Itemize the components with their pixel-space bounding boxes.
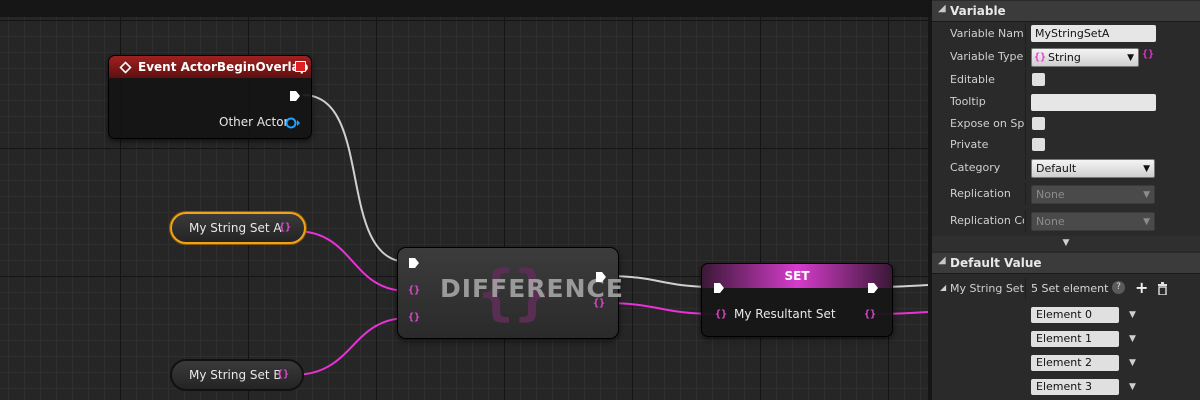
expose-on-spawn-checkbox[interactable] xyxy=(1032,117,1045,130)
set-input-pin-icon[interactable]: {} xyxy=(715,309,727,320)
tooltip-input[interactable] xyxy=(1031,94,1156,111)
replication-dropdown[interactable]: None ▼ xyxy=(1031,185,1155,204)
variable-section-title: Variable xyxy=(950,4,1006,18)
element-0-dropdown-icon[interactable]: ▼ xyxy=(1129,310,1136,320)
dropdown-arrow-icon: ▼ xyxy=(1127,53,1134,63)
variable-name-label: Variable Name xyxy=(950,27,1024,40)
set-input-b-pin-icon[interactable]: {} xyxy=(408,312,420,323)
dropdown-arrow-icon: ▼ xyxy=(1143,217,1150,227)
add-element-icon[interactable]: + xyxy=(1135,278,1148,297)
private-label: Private xyxy=(950,138,989,151)
other-actor-pin-label: Other Actor xyxy=(219,115,289,129)
event-actor-begin-overlap-node[interactable]: Event ActorBeginOverlap Other Actor xyxy=(108,55,312,139)
event-diamond-icon xyxy=(119,61,132,74)
replication-row: Replication None ▼ xyxy=(932,183,1200,205)
replication-label: Replication xyxy=(950,187,1011,200)
private-checkbox[interactable] xyxy=(1032,138,1045,151)
exec-output-pin-icon[interactable] xyxy=(289,90,301,102)
expose-on-spawn-row: Expose on Spawn xyxy=(932,113,1200,135)
blueprint-graph[interactable]: Event ActorBeginOverlap Other Actor My S… xyxy=(0,0,928,400)
exec-output-pin-icon[interactable] xyxy=(595,271,607,283)
event-delegate-pin-icon[interactable] xyxy=(295,61,306,72)
my-string-set-label: My String Set xyxy=(950,282,1024,295)
set-element-3[interactable]: Element 3 xyxy=(1031,379,1119,395)
category-value: Default xyxy=(1036,162,1077,175)
details-panel: ◢ Variable Variable Name MyStringSetA Va… xyxy=(928,0,1200,400)
variable-name-input[interactable]: MyStringSetA xyxy=(1031,25,1156,42)
set-element-1[interactable]: Element 1 xyxy=(1031,331,1119,347)
variable-type-dropdown[interactable]: {} String ▼ xyxy=(1031,48,1139,67)
replication-condition-label: Replication Condition xyxy=(950,214,1024,227)
replication-condition-row: Replication Condition None ▼ xyxy=(932,210,1200,232)
replication-condition-dropdown[interactable]: None ▼ xyxy=(1031,212,1155,231)
variable-name-row: Variable Name MyStringSetA xyxy=(932,23,1200,45)
set-output-pin-icon[interactable]: {} xyxy=(864,309,876,320)
exec-input-pin-icon[interactable] xyxy=(408,257,420,269)
default-value-section-title: Default Value xyxy=(950,256,1042,270)
trash-icon[interactable] xyxy=(1157,282,1168,295)
default-value-section-header[interactable]: ◢ Default Value xyxy=(932,253,1200,274)
set-type-icon: {} xyxy=(1034,52,1047,63)
set-node-title: SET xyxy=(784,269,810,283)
event-node-title: Event ActorBeginOverlap xyxy=(138,60,309,74)
collapse-arrow-icon[interactable]: ◢ xyxy=(938,3,946,14)
editable-row: Editable xyxy=(932,69,1200,91)
variable-type-row: Variable Type {} String ▼ {} xyxy=(932,46,1200,68)
difference-node[interactable]: {} DIFFERENCE {} {} {} xyxy=(397,247,623,339)
exec-input-pin-icon[interactable] xyxy=(713,282,725,294)
set-default-header-row: ◢ My String Set 5 Set element ? + xyxy=(932,278,1200,300)
set-variable-node[interactable]: SET {} My Resultant Set {} xyxy=(701,263,893,337)
getter-a-label: My String Set A xyxy=(189,221,282,235)
tooltip-row: Tooltip xyxy=(932,91,1200,113)
my-string-set-a-getter-node[interactable]: My String Set A {} xyxy=(170,212,306,244)
exec-wire-event-to-difference xyxy=(302,94,409,263)
set-pin-icon[interactable]: {} xyxy=(277,369,289,380)
advanced-expand-arrow-icon[interactable]: ▼ xyxy=(932,236,1200,251)
set-wire-b-to-difference xyxy=(292,317,409,376)
getter-b-label: My String Set B xyxy=(189,368,282,382)
dropdown-arrow-icon: ▼ xyxy=(1143,164,1150,174)
set-output-pin-icon[interactable]: {} xyxy=(593,298,605,309)
variable-section-header[interactable]: ◢ Variable xyxy=(932,1,1200,22)
my-string-set-b-getter-node[interactable]: My String Set B {} xyxy=(170,359,304,391)
help-icon[interactable]: ? xyxy=(1112,281,1125,294)
category-dropdown[interactable]: Default ▼ xyxy=(1031,159,1155,178)
expose-on-spawn-label: Expose on Spawn xyxy=(950,117,1024,130)
category-row: Category Default ▼ xyxy=(932,157,1200,179)
replication-condition-value: None xyxy=(1036,215,1065,228)
collapse-arrow-icon[interactable]: ◢ xyxy=(938,255,946,266)
set-element-count: 5 Set element xyxy=(1031,282,1109,295)
element-2-dropdown-icon[interactable]: ▼ xyxy=(1129,358,1136,368)
element-1-dropdown-icon[interactable]: ▼ xyxy=(1129,334,1136,344)
dropdown-arrow-icon: ▼ xyxy=(1143,190,1150,200)
set-element-0[interactable]: Element 0 xyxy=(1031,307,1119,323)
variable-type-label: Variable Type xyxy=(950,50,1024,63)
tooltip-label: Tooltip xyxy=(950,95,986,108)
container-type-icon[interactable]: {} xyxy=(1142,49,1154,60)
element-3-dropdown-icon[interactable]: ▼ xyxy=(1129,382,1136,392)
object-pin-icon[interactable] xyxy=(285,116,301,130)
variable-type-value: String xyxy=(1048,51,1081,64)
set-element-2[interactable]: Element 2 xyxy=(1031,355,1119,371)
expand-arrow-icon[interactable]: ◢ xyxy=(940,283,946,292)
my-resultant-set-pin-label: My Resultant Set xyxy=(734,307,836,321)
replication-value: None xyxy=(1036,188,1065,201)
editable-label: Editable xyxy=(950,73,995,86)
set-input-a-pin-icon[interactable]: {} xyxy=(408,285,420,296)
private-row: Private xyxy=(932,134,1200,156)
set-wire-a-to-difference xyxy=(294,230,409,292)
editable-checkbox[interactable] xyxy=(1032,73,1045,86)
exec-output-pin-icon[interactable] xyxy=(867,282,879,294)
category-label: Category xyxy=(950,161,1001,174)
set-pin-icon[interactable]: {} xyxy=(279,222,291,233)
